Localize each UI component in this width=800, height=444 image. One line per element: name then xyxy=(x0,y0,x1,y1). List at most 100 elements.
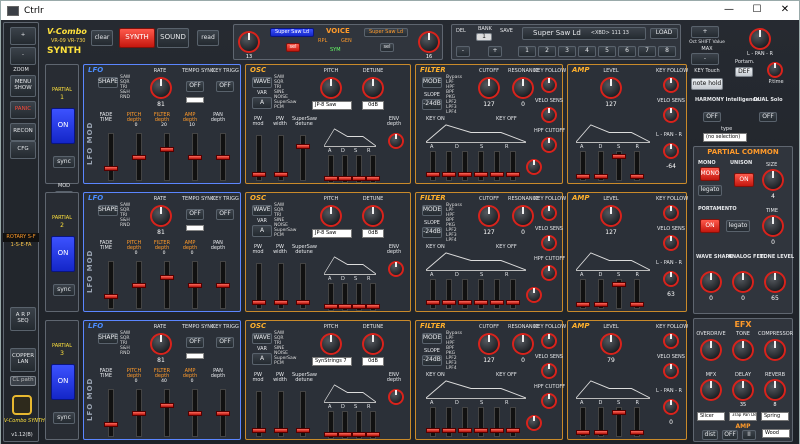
detune-knob[interactable] xyxy=(362,333,384,355)
time-knob[interactable] xyxy=(762,215,784,237)
supersaw-fader[interactable] xyxy=(296,391,310,437)
filter-env-fader-0[interactable] xyxy=(426,151,440,181)
key-trigg-off-button[interactable]: OFF xyxy=(216,81,234,92)
filter-env-fader-5[interactable] xyxy=(506,407,520,437)
cutoff-knob[interactable] xyxy=(478,205,500,227)
lfo-rate-knob[interactable] xyxy=(150,77,172,99)
osc-wave-option[interactable]: PCM xyxy=(274,361,296,366)
note-hold-button[interactable]: note hold xyxy=(691,78,723,90)
supersaw-fader[interactable] xyxy=(296,135,310,181)
filter-type-option[interactable]: LPF4 xyxy=(446,110,462,115)
lfo-shape-option[interactable]: RND xyxy=(120,351,130,356)
slope-button[interactable]: -24dB xyxy=(422,227,442,238)
filter-env-depth-knob[interactable] xyxy=(526,159,542,175)
pw-width-fader[interactable] xyxy=(274,135,288,181)
lfo-rate-knob[interactable] xyxy=(150,333,172,355)
pan-depth-fader[interactable] xyxy=(216,389,230,437)
amp-off-button[interactable]: OFF xyxy=(722,430,738,440)
cutoff-knob[interactable] xyxy=(478,333,500,355)
close-button[interactable]: ✕ xyxy=(771,1,799,20)
analog-feel-knob[interactable] xyxy=(732,271,754,293)
ptime-knob[interactable] xyxy=(767,62,783,78)
osc-var-button[interactable]: A xyxy=(252,353,272,365)
osc-env-a-fader[interactable] xyxy=(324,283,338,311)
pitch-depth-fader[interactable] xyxy=(132,261,146,309)
patch-right-display[interactable]: Super Saw Ld xyxy=(364,28,408,37)
bank-slot-4[interactable]: 4 xyxy=(578,46,596,57)
filter-env-fader-1[interactable] xyxy=(442,407,456,437)
amp-env-fader-3[interactable] xyxy=(630,279,644,309)
filter-velo-knob[interactable] xyxy=(541,235,557,251)
bank-slot-7[interactable]: 7 xyxy=(638,46,656,57)
dual-off-button[interactable]: OFF xyxy=(759,112,777,122)
osc-env-a-fader[interactable] xyxy=(324,155,338,183)
resonance-knob[interactable] xyxy=(512,205,534,227)
filter-env-depth-knob[interactable] xyxy=(526,415,542,431)
osc-wave-option[interactable]: PCM xyxy=(274,105,296,110)
osc-var-button[interactable]: A xyxy=(252,97,272,109)
fade-time-fader[interactable] xyxy=(104,133,118,181)
amp-env-fader-2[interactable] xyxy=(612,279,626,309)
filter-keyfollow-knob[interactable] xyxy=(541,205,557,221)
filter-env-fader-3[interactable] xyxy=(474,279,488,309)
pitch-knob[interactable] xyxy=(320,333,342,355)
slope-button[interactable]: -24dB xyxy=(422,99,442,110)
pw-mod-fader[interactable] xyxy=(252,135,266,181)
amp-level-knob[interactable] xyxy=(600,77,622,99)
portamento-legato-button[interactable]: legato xyxy=(726,220,750,232)
amp-env-fader-0[interactable] xyxy=(576,279,590,309)
cutoff-knob[interactable] xyxy=(478,77,500,99)
fade-time-fader[interactable] xyxy=(104,389,118,437)
amp-env-fader-1[interactable] xyxy=(594,151,608,181)
osc-env-d-fader[interactable] xyxy=(338,411,352,439)
filter-mode-button[interactable]: MODE xyxy=(422,205,442,216)
voice-right-knob[interactable] xyxy=(418,31,440,53)
amp-depth-fader[interactable] xyxy=(188,261,202,309)
tempo-sync-off-button[interactable]: OFF xyxy=(186,337,204,348)
legato-button[interactable]: legato xyxy=(698,185,722,196)
amp-sw-button[interactable]: dist xyxy=(702,430,718,440)
filter-type-option[interactable]: LPF4 xyxy=(446,238,462,243)
clear-button[interactable]: clear xyxy=(91,30,113,46)
unison-on-button[interactable]: ON xyxy=(734,173,754,187)
amp-env-fader-3[interactable] xyxy=(630,407,644,437)
key-trigg-off-button[interactable]: OFF xyxy=(216,337,234,348)
amp-velo-knob[interactable] xyxy=(663,363,679,379)
synth-mode-button[interactable]: SYNTH xyxy=(119,28,155,48)
amp-type-button[interactable]: II xyxy=(742,430,756,440)
filter-env-fader-4[interactable] xyxy=(490,407,504,437)
pan-knob[interactable] xyxy=(749,28,771,50)
osc-wave-option[interactable]: PCM xyxy=(274,233,296,238)
lfo-shape-button[interactable]: SHAPE xyxy=(98,333,118,344)
env-depth-knob[interactable] xyxy=(388,389,404,405)
osc-wave-button[interactable]: WAVE xyxy=(252,333,272,344)
filter-keyfollow-knob[interactable] xyxy=(541,77,557,93)
amp-env-fader-1[interactable] xyxy=(594,279,608,309)
amp-env-fader-0[interactable] xyxy=(576,151,590,181)
bank-slot-3[interactable]: 3 xyxy=(558,46,576,57)
tempo-sync-off-button[interactable]: OFF xyxy=(186,81,204,92)
pitch-depth-fader[interactable] xyxy=(132,133,146,181)
osc-wavename-select[interactable]: SynStrings 7 xyxy=(312,357,352,366)
partial-sync-button[interactable]: sync xyxy=(53,412,75,424)
filter-depth-fader[interactable] xyxy=(160,389,174,437)
osc-wave-button[interactable]: WAVE xyxy=(252,77,272,88)
pan-depth-fader[interactable] xyxy=(216,133,230,181)
filter-env-fader-0[interactable] xyxy=(426,407,440,437)
filter-env-depth-knob[interactable] xyxy=(526,287,542,303)
sel-right-button[interactable]: sel xyxy=(380,43,394,52)
voice-left-knob[interactable] xyxy=(238,31,260,53)
read-button[interactable]: read xyxy=(197,30,219,46)
filter-mode-button[interactable]: MODE xyxy=(422,77,442,88)
hpf-cutoff-knob[interactable] xyxy=(541,265,557,281)
amp-velo-knob[interactable] xyxy=(663,235,679,251)
osc-env-s-fader[interactable] xyxy=(352,411,366,439)
amp-pan-knob[interactable] xyxy=(663,399,679,415)
amp-keyfollow-knob[interactable] xyxy=(663,333,679,349)
sel-left-button[interactable]: sel xyxy=(286,43,300,52)
amp-env-fader-3[interactable] xyxy=(630,151,644,181)
filter-env-fader-5[interactable] xyxy=(506,279,520,309)
amp-depth-fader[interactable] xyxy=(188,389,202,437)
amp-env-fader-2[interactable] xyxy=(612,407,626,437)
osc-env-r-fader[interactable] xyxy=(366,283,380,311)
